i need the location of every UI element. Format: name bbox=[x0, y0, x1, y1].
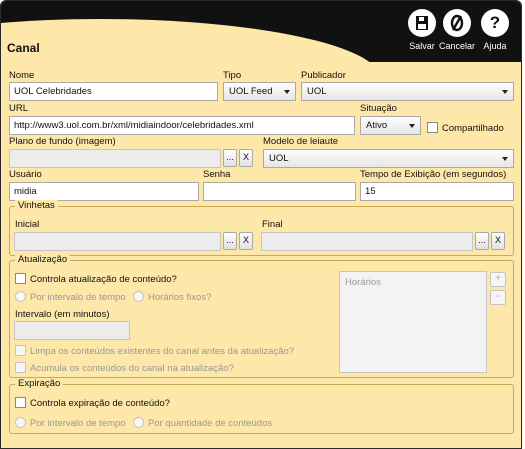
help-label: Ajuda bbox=[483, 41, 507, 51]
help-question-icon: ? bbox=[481, 9, 509, 37]
compartilhado-label: Compartilhado bbox=[442, 123, 504, 134]
vinheta-inicial-clear-button[interactable]: X bbox=[239, 232, 253, 250]
intervalo-input[interactable] bbox=[14, 321, 130, 340]
vinheta-final-input[interactable] bbox=[261, 232, 473, 251]
expiracao-intervalo-radio[interactable] bbox=[15, 417, 26, 428]
add-horario-button[interactable]: + bbox=[490, 272, 506, 287]
situacao-value: Ativo bbox=[366, 120, 388, 131]
atualizacao-intervalo-label: Por intervalo de tempo bbox=[30, 292, 126, 303]
expiracao-title: Expiração bbox=[15, 378, 64, 389]
plano-clear-button[interactable]: X bbox=[239, 149, 253, 167]
tipo-label: Tipo bbox=[223, 70, 242, 81]
usuario-input[interactable]: midia bbox=[9, 182, 199, 201]
situacao-select[interactable]: Ativo bbox=[360, 116, 421, 135]
horarios-list[interactable]: Horários bbox=[339, 271, 487, 373]
tipo-select[interactable]: UOL Feed bbox=[223, 82, 296, 101]
save-disk-icon bbox=[408, 9, 436, 37]
modelo-label: Modelo de leiaute bbox=[263, 136, 338, 147]
controla-expiracao-checkbox[interactable] bbox=[15, 397, 26, 408]
chevron-down-icon bbox=[502, 90, 508, 94]
vinheta-inicial-label: Inicial bbox=[15, 219, 40, 230]
chevron-down-icon bbox=[409, 124, 415, 128]
senha-label: Senha bbox=[203, 169, 231, 180]
limpa-label: Limpa os conteúdos existentes do canal a… bbox=[30, 346, 295, 357]
tipo-value: UOL Feed bbox=[229, 86, 273, 97]
controla-atualizacao-checkbox[interactable] bbox=[15, 273, 26, 284]
vinheta-inicial-input[interactable] bbox=[14, 232, 221, 251]
vinheta-final-browse-button[interactable]: ... bbox=[475, 232, 489, 250]
usuario-label: Usuário bbox=[9, 169, 42, 180]
atualizacao-title: Atualização bbox=[15, 254, 71, 265]
acumula-checkbox[interactable] bbox=[15, 362, 26, 373]
vinheta-final-clear-button[interactable]: X bbox=[491, 232, 505, 250]
horarios-fixos-radio[interactable] bbox=[133, 291, 144, 302]
limpa-checkbox[interactable] bbox=[15, 345, 26, 356]
publicador-select[interactable]: UOL bbox=[301, 82, 514, 101]
plano-label: Plano de fundo (imagem) bbox=[9, 136, 116, 147]
expiracao-quantidade-label: Por quantidade de conteúdos bbox=[148, 418, 273, 429]
atualizacao-intervalo-radio[interactable] bbox=[15, 291, 26, 302]
nome-label: Nome bbox=[9, 70, 35, 81]
channel-window: Canal Salvar Cancelar ? Ajuda Nome UOL C… bbox=[0, 0, 522, 449]
remove-horario-button[interactable]: - bbox=[490, 290, 506, 305]
chevron-down-icon bbox=[284, 90, 290, 94]
controla-expiracao-label: Controla expiração de conteúdo? bbox=[30, 398, 170, 409]
url-label: URL bbox=[9, 103, 29, 114]
publicador-value: UOL bbox=[307, 86, 327, 97]
publicador-label: Publicador bbox=[301, 70, 346, 81]
tempo-input[interactable]: 15 bbox=[360, 182, 514, 201]
page-title: Canal bbox=[7, 41, 40, 55]
chevron-down-icon bbox=[502, 157, 508, 161]
help-button[interactable]: ? Ajuda bbox=[473, 9, 517, 51]
url-input[interactable]: http://www3.uol.com.br/xml/midiaindoor/c… bbox=[9, 116, 355, 135]
horarios-fixos-label: Horários fixos? bbox=[148, 292, 212, 303]
plano-browse-button[interactable]: ... bbox=[223, 149, 237, 167]
acumula-label: Acumula os conteúdos do canal na atualiz… bbox=[30, 363, 234, 374]
controla-atualizacao-label: Controla atualização de conteúdo? bbox=[30, 274, 177, 285]
situacao-label: Situação bbox=[360, 103, 397, 114]
vinheta-inicial-browse-button[interactable]: ... bbox=[223, 232, 237, 250]
intervalo-label: Intervalo (em minutos) bbox=[15, 309, 110, 320]
nome-input[interactable]: UOL Celebridades bbox=[9, 82, 218, 101]
plano-input[interactable] bbox=[9, 149, 221, 168]
tempo-label: Tempo de Exibição (em segundos) bbox=[360, 169, 507, 180]
horarios-header: Horários bbox=[345, 277, 381, 288]
senha-input[interactable] bbox=[203, 182, 356, 201]
cancel-slash-icon bbox=[443, 9, 471, 37]
modelo-select[interactable]: UOL bbox=[263, 149, 514, 168]
vinheta-final-label: Final bbox=[262, 219, 283, 230]
compartilhado-checkbox[interactable] bbox=[427, 122, 438, 133]
expiracao-intervalo-label: Por intervalo de tempo bbox=[30, 418, 126, 429]
vinhetas-title: Vinhetas bbox=[15, 200, 58, 211]
header-curve bbox=[1, 19, 381, 62]
expiracao-quantidade-radio[interactable] bbox=[133, 417, 144, 428]
modelo-value: UOL bbox=[269, 153, 289, 164]
